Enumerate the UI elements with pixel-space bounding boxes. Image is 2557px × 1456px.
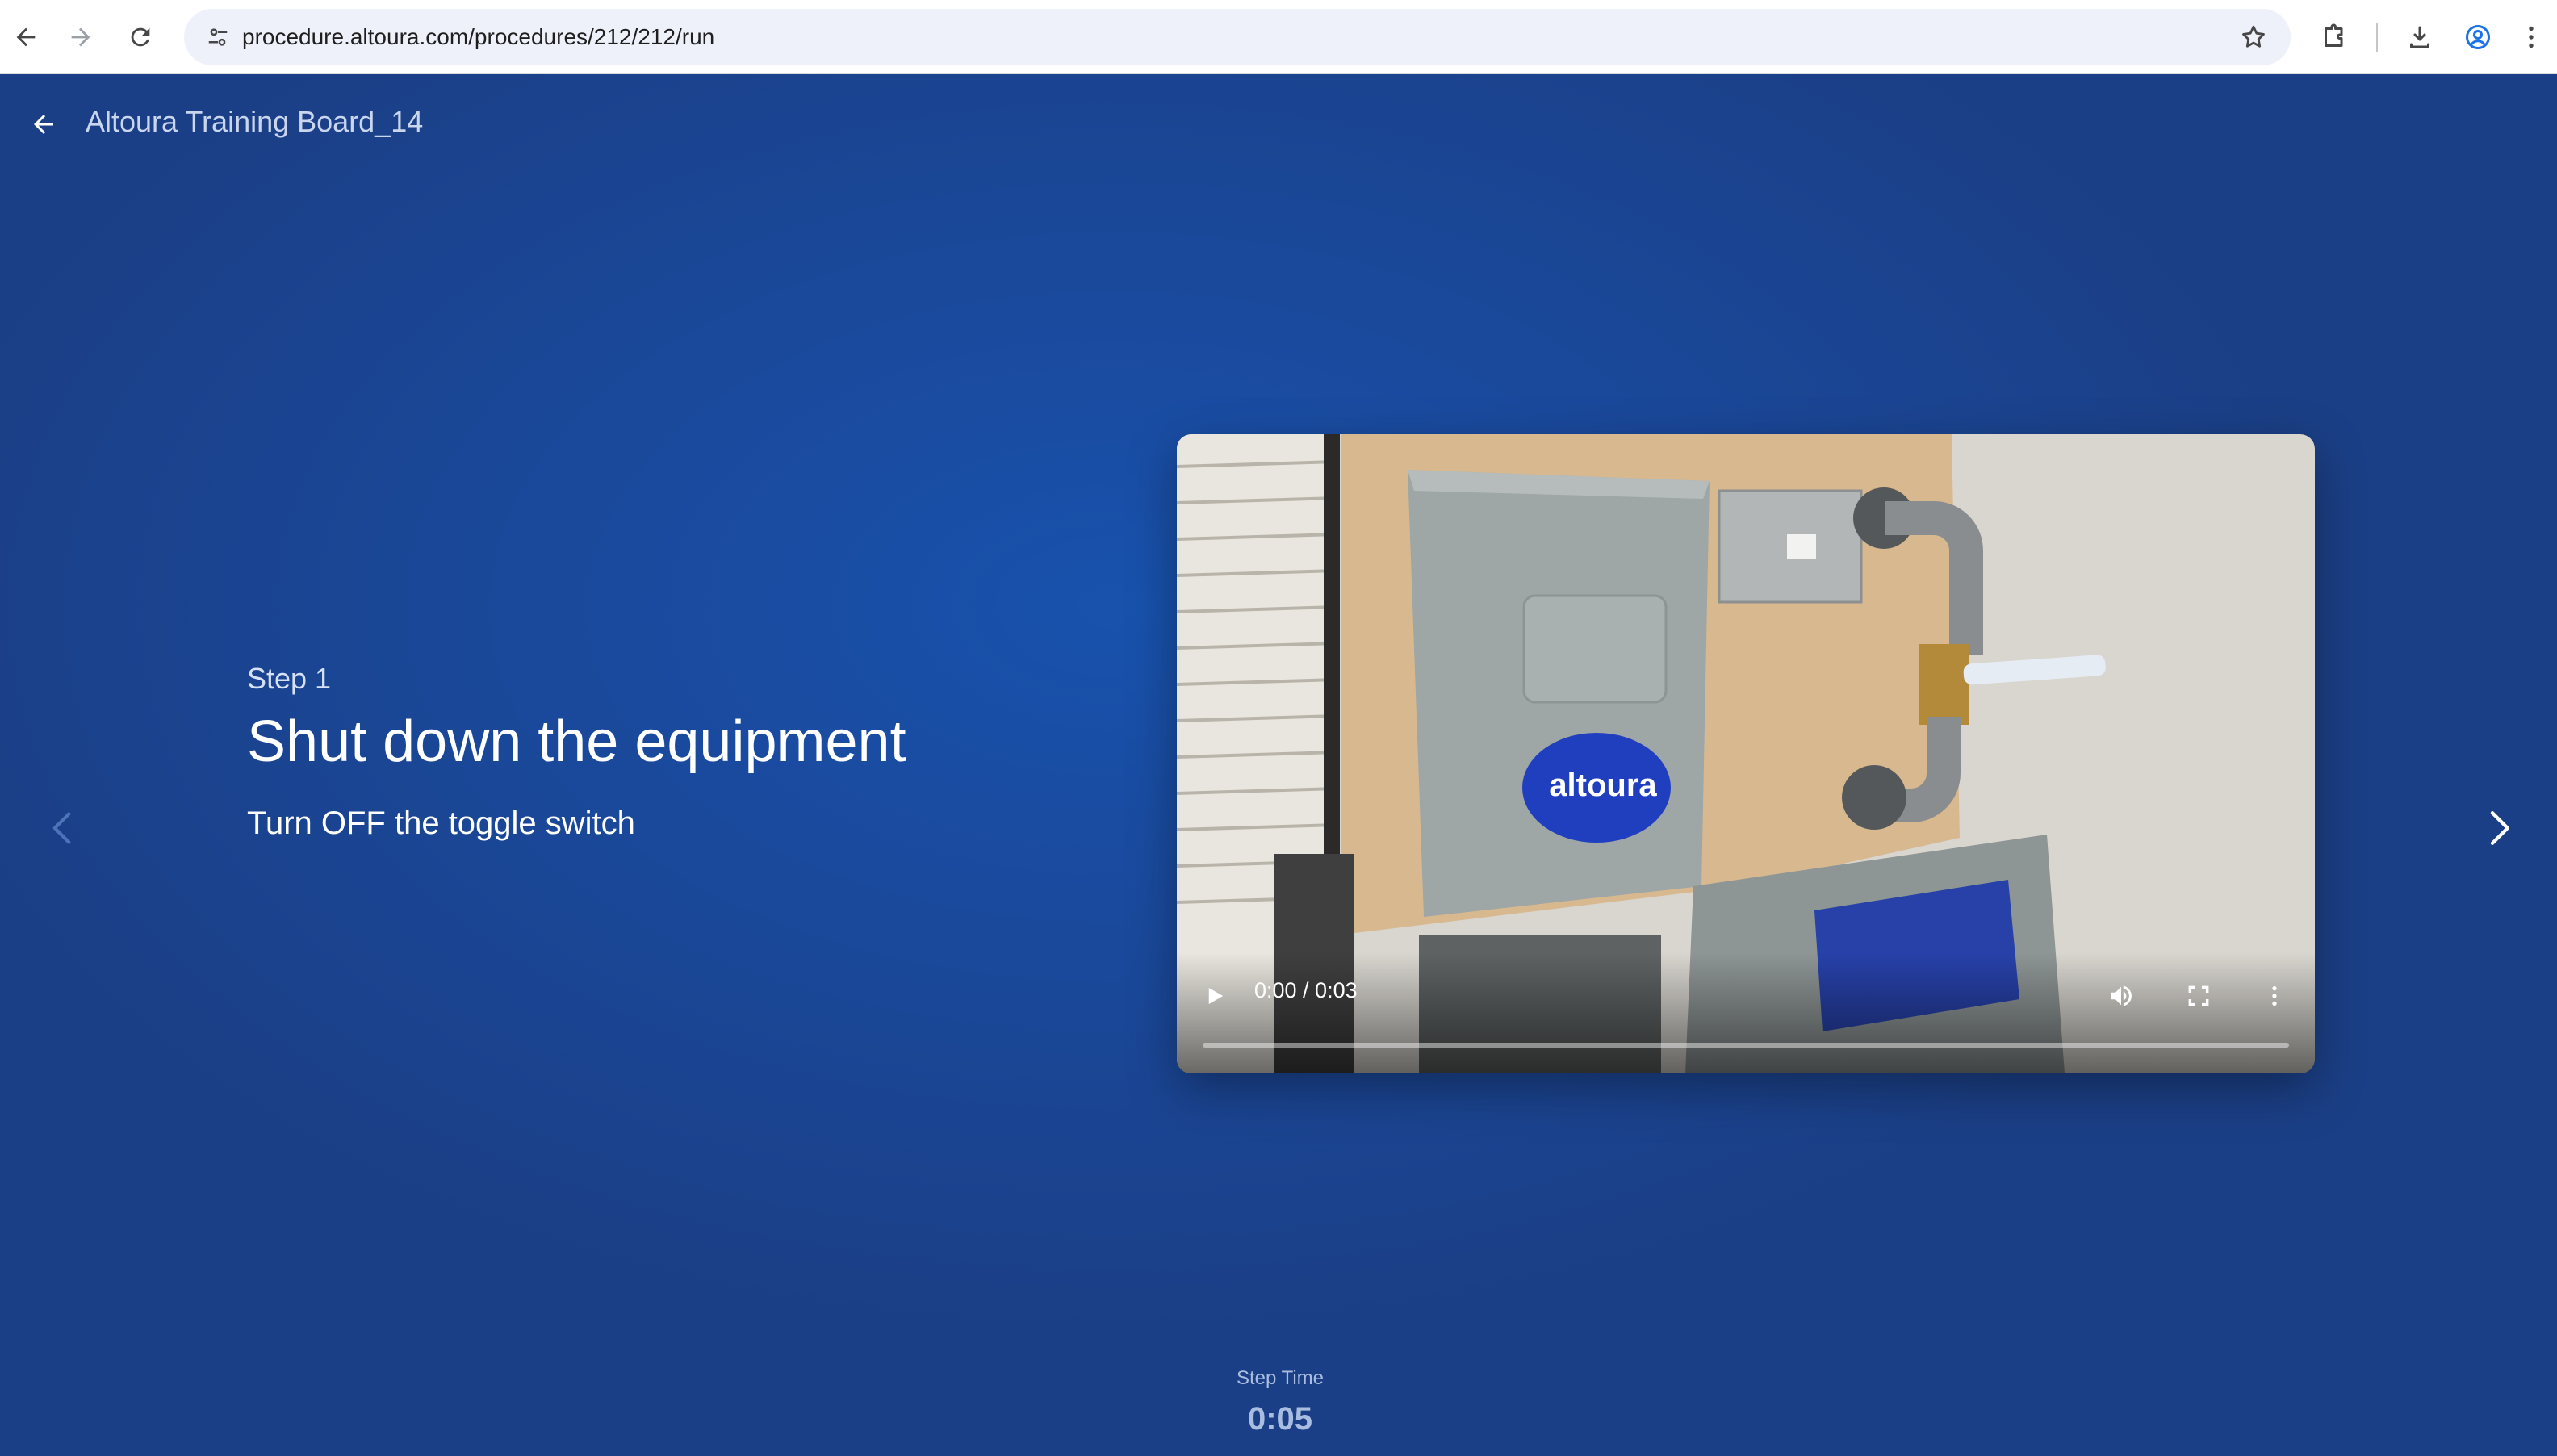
previous-step-button[interactable]	[42, 799, 81, 857]
chevron-right-icon	[2490, 811, 2509, 845]
chevron-left-icon	[52, 812, 71, 844]
altoura-logo-text: altoura	[1549, 768, 1657, 803]
address-bar[interactable]: procedure.altoura.com/procedures/212/212…	[184, 9, 2291, 65]
procedure-title: Altoura Training Board_14	[86, 105, 424, 138]
downloads-button[interactable]	[2397, 15, 2442, 60]
step-video-player[interactable]: altoura 0:00 / 0:03	[1177, 434, 2315, 1073]
next-step-button[interactable]	[2478, 797, 2523, 859]
step-time-value: 0:05	[1247, 1401, 1313, 1437]
tune-icon	[208, 28, 228, 46]
back-button[interactable]	[3, 15, 48, 60]
video-controls-backdrop	[1177, 952, 2315, 1073]
extensions-button[interactable]	[2312, 15, 2357, 60]
step-description: Turn OFF the toggle switch	[247, 805, 635, 841]
browser-toolbar: procedure.altoura.com/procedures/212/212…	[0, 0, 2557, 74]
download-icon	[2410, 26, 2429, 48]
play-icon	[1208, 988, 1224, 1004]
reload-icon	[131, 27, 150, 47]
kebab-menu-icon	[2272, 986, 2277, 1006]
toolbar-divider	[2376, 23, 2378, 52]
browser-menu-button[interactable]	[2512, 15, 2551, 60]
site-info-button[interactable]	[199, 18, 237, 56]
procedure-runner: Altoura Training Board_14 Step 1 Shut do…	[0, 74, 2557, 1456]
account-circle-icon	[2466, 25, 2490, 49]
video-progress-bar[interactable]	[1203, 1043, 2289, 1048]
kebab-menu-icon	[2529, 26, 2534, 48]
video-time: 0:00 / 0:03	[1254, 978, 1358, 1002]
forward-button[interactable]	[58, 15, 103, 60]
volume-button[interactable]	[2099, 973, 2144, 1019]
volume-icon	[2111, 985, 2132, 1006]
profile-button[interactable]	[2455, 15, 2501, 60]
fullscreen-icon	[2188, 985, 2209, 1006]
step-time-label: Step Time	[1236, 1367, 1325, 1389]
arrow-left-icon	[16, 27, 36, 47]
puzzle-icon	[2325, 23, 2343, 47]
star-icon	[2242, 25, 2265, 48]
fullscreen-button[interactable]	[2176, 973, 2221, 1019]
arrow-left-icon	[34, 115, 53, 134]
arrow-right-icon	[71, 27, 90, 47]
url-text[interactable]: procedure.altoura.com/procedures/212/212…	[242, 9, 714, 65]
reload-button[interactable]	[118, 15, 163, 60]
play-button[interactable]	[1191, 973, 1237, 1019]
step-title: Shut down the equipment	[247, 709, 906, 774]
back-to-procedures-button[interactable]	[23, 103, 65, 145]
step-number: Step 1	[247, 662, 332, 695]
bookmark-button[interactable]	[2234, 18, 2273, 56]
video-options-button[interactable]	[2252, 973, 2297, 1019]
